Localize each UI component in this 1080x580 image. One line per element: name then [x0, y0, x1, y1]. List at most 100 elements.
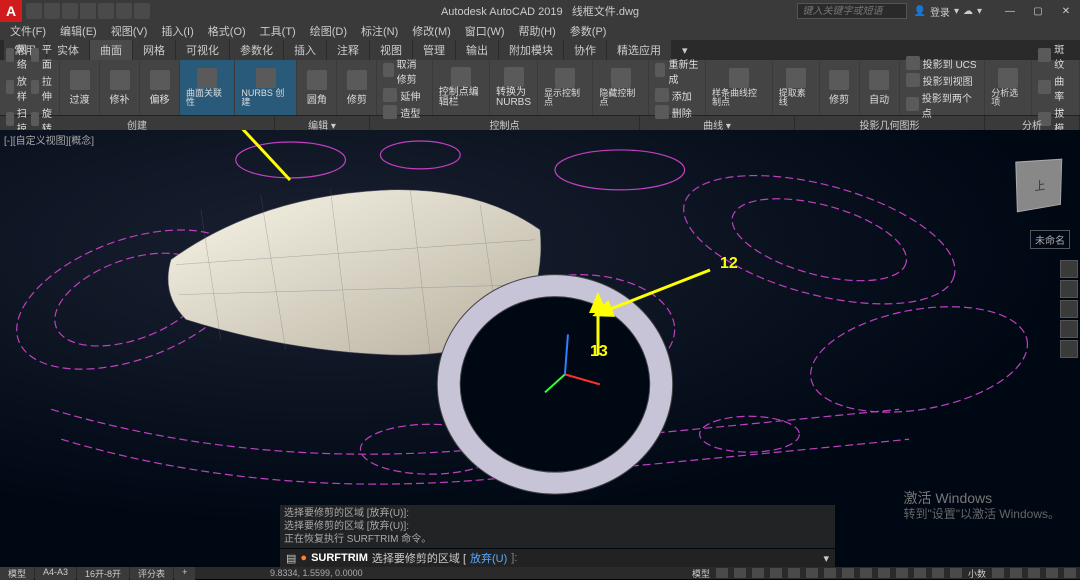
btn-trim[interactable]: 修剪 — [337, 60, 377, 115]
menu-modify[interactable]: 修改(M) — [406, 23, 457, 39]
tab-parametric[interactable]: 参数化 — [230, 40, 283, 60]
btn-proj-ucs[interactable]: 投影到 UCS — [923, 56, 977, 71]
btn-hide-cv[interactable]: 隐藏控制点 — [593, 60, 648, 115]
nav-showmotion-icon[interactable] — [1060, 340, 1078, 358]
status-cycle-icon[interactable] — [914, 568, 926, 578]
menu-file[interactable]: 文件(F) — [4, 23, 52, 39]
menu-view[interactable]: 视图(V) — [105, 23, 154, 39]
btn-loft[interactable]: 放样 — [17, 73, 28, 103]
qat-icon[interactable] — [80, 3, 96, 19]
layout-add-tab[interactable]: + — [174, 567, 195, 580]
btn-offset[interactable]: 偏移 — [140, 60, 180, 115]
view-cube[interactable]: 上 — [1015, 159, 1062, 213]
status-cleanscreen-icon[interactable] — [1046, 568, 1058, 578]
tab-annotate[interactable]: 注释 — [327, 40, 369, 60]
viewport[interactable]: [-][自定义视图][概念] — [0, 130, 1080, 529]
menu-tools[interactable]: 工具(T) — [254, 23, 302, 39]
search-input[interactable] — [797, 3, 907, 19]
btn-zebra[interactable]: 斑纹 — [1054, 41, 1073, 71]
btn-extrude[interactable]: 拉伸 — [42, 73, 53, 103]
panel-curves-label[interactable]: 曲线 ▾ — [640, 116, 795, 130]
layout-tab[interactable]: 16开-8开 — [77, 567, 129, 580]
btn-proj-view[interactable]: 投影到视图 — [923, 73, 973, 88]
qat-icon[interactable] — [98, 3, 114, 19]
status-transparency-icon[interactable] — [896, 568, 908, 578]
qat-icon[interactable] — [44, 3, 60, 19]
btn-add[interactable]: 添加 — [672, 88, 692, 103]
menu-insert[interactable]: 插入(I) — [155, 23, 199, 39]
tab-insert[interactable]: 插入 — [284, 40, 326, 60]
status-lwt-icon[interactable] — [878, 568, 890, 578]
menu-window[interactable]: 窗口(W) — [459, 23, 511, 39]
exchange-icon[interactable]: ▾ — [954, 6, 959, 17]
btn-extract-iso[interactable]: 提取素线 — [773, 60, 820, 115]
menu-edit[interactable]: 编辑(E) — [54, 23, 103, 39]
btn-spline-cv[interactable]: 样条曲线控制点 — [706, 60, 773, 115]
cmd-expand-icon[interactable]: ▤ — [286, 552, 296, 565]
btn-associativity[interactable]: 曲面关联性 — [180, 60, 235, 115]
qat-icon[interactable] — [62, 3, 78, 19]
quick-access-toolbar[interactable] — [26, 3, 150, 19]
panel-edit-label[interactable]: 编辑 ▾ — [275, 116, 370, 130]
menu-dimension[interactable]: 标注(N) — [355, 23, 404, 39]
btn-cv-editor[interactable]: 控制点编辑栏 — [433, 60, 490, 115]
qat-icon[interactable] — [134, 3, 150, 19]
nav-orbit-icon[interactable] — [1060, 320, 1078, 338]
user-icon[interactable]: 👤 — [913, 6, 925, 17]
btn-patch[interactable]: 修补 — [100, 60, 140, 115]
tab-surface[interactable]: 曲面 — [90, 40, 132, 60]
tab-collaborate[interactable]: 协作 — [564, 40, 606, 60]
btn-network[interactable]: 网络 — [17, 41, 28, 71]
status-gear-icon[interactable] — [992, 568, 1004, 578]
view-unnamed-label[interactable]: 未命名 — [1030, 230, 1070, 249]
btn-trim2[interactable]: 修剪 — [820, 60, 860, 115]
menu-help[interactable]: 帮助(H) — [513, 23, 562, 39]
btn-curvature[interactable]: 曲率 — [1054, 73, 1073, 103]
btn-proj-2pts[interactable]: 投影到两个点 — [922, 90, 978, 120]
login-label[interactable]: 登录 — [930, 4, 950, 19]
status-ducs-icon[interactable] — [842, 568, 854, 578]
status-hwacc-icon[interactable] — [1028, 568, 1040, 578]
btn-plane[interactable]: 平面 — [42, 41, 53, 71]
maximize-button[interactable]: ▢ — [1024, 1, 1052, 21]
cloud-icon[interactable]: ☁ — [963, 6, 973, 17]
status-ortho-icon[interactable] — [752, 568, 764, 578]
app-logo[interactable]: A — [0, 0, 22, 22]
btn-auto[interactable]: 自动 — [860, 60, 900, 115]
status-dyn-icon[interactable] — [860, 568, 872, 578]
btn-untrim[interactable]: 取消修剪 — [397, 56, 426, 86]
btn-blend[interactable]: 过渡 — [60, 60, 100, 115]
status-snap-icon[interactable] — [734, 568, 746, 578]
status-grid-icon[interactable] — [716, 568, 728, 578]
btn-extend[interactable]: 延伸 — [400, 88, 420, 103]
layout-tab[interactable]: 评分表 — [130, 567, 173, 580]
status-customize-icon[interactable] — [1064, 568, 1076, 578]
btn-analysis-opts[interactable]: 分析选项 — [985, 60, 1032, 115]
menu-draw[interactable]: 绘图(D) — [304, 23, 353, 39]
status-3dosnap-icon[interactable] — [806, 568, 818, 578]
status-qp-icon[interactable] — [950, 568, 962, 578]
tab-output[interactable]: 输出 — [456, 40, 498, 60]
tab-visualize[interactable]: 可视化 — [176, 40, 229, 60]
status-units[interactable]: 小数 — [968, 567, 986, 580]
minimize-button[interactable]: — — [996, 1, 1024, 21]
layout-tab[interactable]: A4-A3 — [35, 567, 76, 580]
tab-solid[interactable]: 实体 — [47, 40, 89, 60]
tab-addins[interactable]: 附加模块 — [499, 40, 563, 60]
nav-wheel-icon[interactable] — [1060, 260, 1078, 278]
layout-model[interactable]: 模型 — [0, 567, 34, 580]
close-button[interactable]: ✕ — [1052, 1, 1080, 21]
btn-rebuild[interactable]: 重新生成 — [668, 56, 699, 86]
status-polar-icon[interactable] — [770, 568, 782, 578]
cmd-dropdown-icon[interactable]: ▾ — [823, 552, 829, 565]
menu-parameters[interactable]: 参数(P) — [564, 23, 613, 39]
menu-format[interactable]: 格式(O) — [202, 23, 252, 39]
status-annomonitor-icon[interactable] — [932, 568, 944, 578]
btn-fillet[interactable]: 圆角 — [297, 60, 337, 115]
status-otrack-icon[interactable] — [824, 568, 836, 578]
nav-pan-icon[interactable] — [1060, 280, 1078, 298]
qat-icon[interactable] — [26, 3, 42, 19]
status-label[interactable]: 模型 — [692, 567, 710, 580]
nav-zoom-icon[interactable] — [1060, 300, 1078, 318]
status-isolate-icon[interactable] — [1010, 568, 1022, 578]
